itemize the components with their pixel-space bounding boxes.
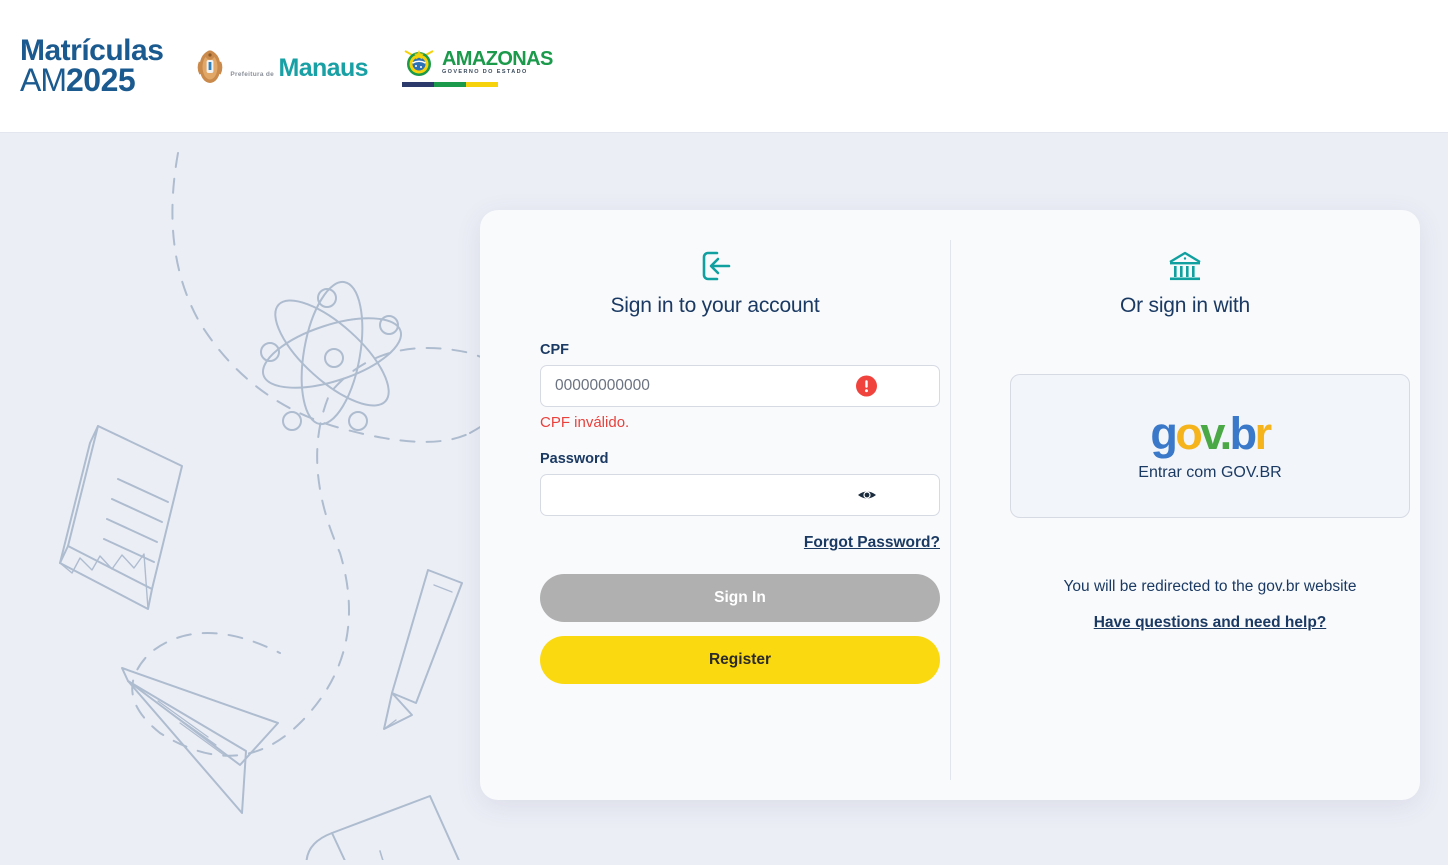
cpf-input-wrap [540,365,940,407]
password-field-group: Password [540,451,940,516]
amazonas-row: AMAZONAS GOVERNO DO ESTADO [402,45,553,79]
brand-line-2: AM2025 [20,62,163,99]
manaus-prefecture-label: Prefeitura de [230,70,275,78]
signin-panel: Sign in to your account CPF CPF inválido… [480,210,950,800]
logo-amazonas: AMAZONAS GOVERNO DO ESTADO [401,45,553,87]
register-button[interactable]: Register [540,636,940,684]
cpf-input[interactable] [540,365,940,407]
govbr-logo-b: b [1229,407,1258,459]
site-header: Matrículas AM2025 Prefeitura de Manaus A… [0,0,1448,133]
manaus-city-name: Manaus [278,53,368,82]
oauth-panel: Or sign in with gov.br Entrar com GOV.BR… [950,210,1420,800]
cpf-error-message: CPF inválido. [540,414,630,431]
login-card: Sign in to your account CPF CPF inválido… [480,210,1420,800]
forgot-password-link[interactable]: Forgot Password? [804,534,940,551]
govbr-logo-v: v [1200,407,1222,459]
govbr-logo: gov.br [1150,407,1273,459]
cpf-label: CPF [540,342,569,358]
amazonas-text: AMAZONAS GOVERNO DO ESTADO [442,49,553,76]
amazonas-crest-icon [402,45,436,79]
govbr-caption: Entrar com GOV.BR [1138,463,1282,481]
brand-line-1: Matrículas [20,33,164,67]
amazonas-color-bar [401,82,498,87]
brand-line-2-year: 2025 [66,62,136,99]
amazonas-subtitle: GOVERNO DO ESTADO [441,68,528,75]
password-input[interactable] [540,474,940,516]
oauth-header: Or sign in with [1010,246,1360,318]
signin-button[interactable]: Sign In [540,574,940,622]
bank-building-icon [1010,246,1360,288]
govbr-logo-g: g [1150,407,1178,459]
govbr-logo-r: r [1254,407,1273,459]
oauth-title: Or sign in with [1119,294,1251,317]
signin-title: Sign in to your account [610,294,820,317]
logo-manaus: Prefeitura de Manaus [197,46,369,86]
govbr-logo-o: o [1175,407,1203,459]
password-label: Password [540,451,609,467]
forgot-password-row: Forgot Password? [540,534,940,552]
govbr-logo-dot: . [1219,407,1233,459]
help-link-row: Have questions and need help? [1010,614,1410,632]
login-door-icon [540,246,890,288]
govbr-login-button[interactable]: gov.br Entrar com GOV.BR [1010,374,1410,518]
cpf-field-group: CPF CPF inválido. [540,342,940,431]
error-circle-icon [856,375,877,397]
password-input-wrap [540,474,940,516]
manaus-crest-icon [197,46,223,86]
amazonas-state-name: AMAZONAS [441,47,553,70]
manaus-text: Prefeitura de Manaus [228,53,368,82]
help-link[interactable]: Have questions and need help? [1094,614,1327,631]
brand-line-2-am: AM [20,62,67,99]
brand-logo-matriculas[interactable]: Matrículas AM2025 [20,33,164,99]
signin-header: Sign in to your account [540,246,890,318]
eye-icon[interactable] [857,488,877,502]
redirect-note: You will be redirected to the gov.br web… [1063,578,1357,595]
